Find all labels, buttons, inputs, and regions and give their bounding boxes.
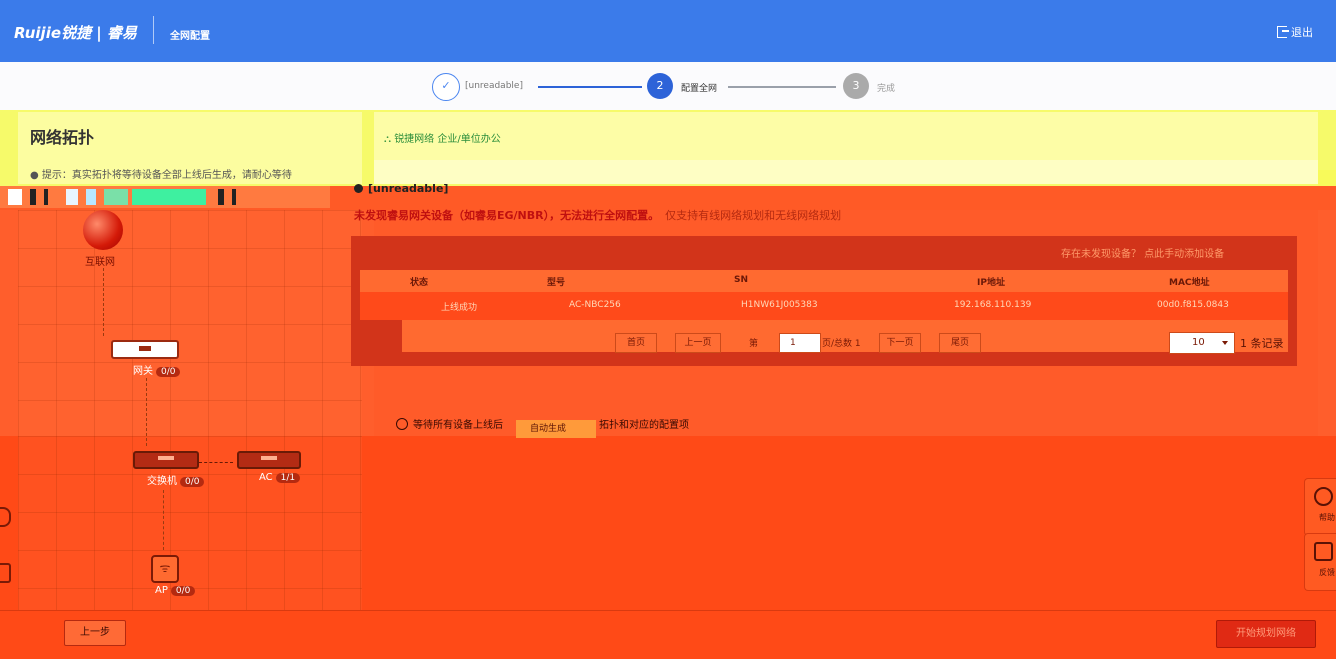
link-switch-ap — [163, 490, 164, 550]
header-divider — [153, 16, 154, 44]
column-header-mac: MAC地址 — [1169, 278, 1210, 288]
warning-message: 未发现睿易网关设备（如睿易EG/NBR），无法进行全网配置。 仅支持有线网络规划和… — [354, 207, 841, 223]
ap-name: AP — [155, 585, 168, 596]
chat-icon — [1314, 542, 1333, 561]
total-records: 1 条记录 — [1240, 337, 1284, 350]
cell-mac: 00d0.f815.0843 — [1157, 300, 1229, 310]
footer-bar — [0, 610, 1336, 659]
feedback-label: 反馈 — [1319, 568, 1335, 577]
help-icon — [1314, 487, 1333, 506]
cell-sn: H1NW61J005383 — [741, 300, 818, 310]
network-subheader — [374, 160, 1318, 184]
step-connector-1 — [538, 86, 642, 88]
help-button[interactable]: 帮助 — [1304, 478, 1336, 536]
logout-button[interactable]: 退出 — [1277, 24, 1313, 40]
internet-label: 互联网 — [85, 257, 115, 268]
page-size-select[interactable]: 10 — [1169, 332, 1235, 354]
page-number-input[interactable]: 1 — [779, 333, 821, 353]
brand-logo: Ruijie锐捷 | 睿易 — [14, 24, 137, 42]
column-header-ip: IP地址 — [977, 278, 1005, 288]
prev-step-button[interactable]: 上一步 — [64, 620, 126, 646]
ap-count-badge: 0/0 — [170, 586, 196, 596]
progress-text: [unreadable] — [368, 182, 449, 195]
switch-device-icon[interactable] — [133, 451, 199, 469]
logout-label: 退出 — [1291, 26, 1313, 39]
step-3-indicator: 3 — [843, 73, 869, 99]
topology-tip: ● 提示：真实拓扑将等待设备全部上线后生成，请耐心等待 — [30, 170, 292, 181]
wait-auto-text: 自动生成 — [516, 420, 596, 438]
cell-model: AC-NBC256 — [569, 300, 621, 310]
table-header — [360, 270, 1288, 292]
last-page-button[interactable]: 尾页 — [939, 333, 981, 353]
page-title: 全网配置 — [170, 31, 210, 42]
switch-label: 交换机 0/0 — [147, 472, 205, 487]
edge-chat-icon[interactable] — [0, 563, 11, 583]
network-header — [374, 112, 1318, 160]
page-total-text: 页/总数 1 — [822, 339, 861, 349]
gateway-count-badge: 0/0 — [156, 367, 181, 377]
help-label: 帮助 — [1319, 513, 1335, 522]
breadcrumb: ⛬ 锐捷网络 企业/单位办公 — [384, 130, 501, 145]
warning-sub-text: 仅支持有线网络规划和无线网络规划 — [665, 209, 842, 222]
wizard-stepper: ✓ [unreadable] 2 配置全网 3 完成 — [0, 62, 1336, 110]
step-connector-2 — [728, 86, 836, 88]
step-2-indicator: 2 — [647, 73, 673, 99]
page-prefix: 第 — [749, 339, 759, 349]
chevron-down-icon — [1222, 341, 1228, 345]
gateway-device-icon[interactable] — [111, 340, 179, 359]
cell-status: 上线成功 — [441, 303, 478, 313]
internet-globe-icon — [83, 210, 123, 250]
clock-icon — [396, 418, 408, 430]
ac-count-badge: 1/1 — [275, 473, 301, 483]
switch-count-badge: 0/0 — [180, 477, 205, 487]
page-size-value: 10 — [1192, 337, 1205, 348]
breadcrumb-text: 锐捷网络 企业/单位办公 — [394, 134, 501, 145]
table-row[interactable] — [360, 292, 1288, 320]
cell-ip: 192.168.110.139 — [954, 300, 1032, 310]
add-device-link[interactable]: 存在未发现设备？ 点此手动添加设备 — [1061, 245, 1224, 260]
link-gateway-switch — [146, 378, 147, 446]
feedback-button[interactable]: 反馈 — [1304, 533, 1336, 591]
warning-main-text: 未发现睿易网关设备（如睿易EG/NBR），无法进行全网配置。 — [354, 209, 660, 222]
ac-label: AC 1/1 — [259, 472, 301, 483]
logout-icon — [1277, 26, 1289, 38]
wait-tail-text: 拓扑和对应的配置项 — [599, 420, 689, 431]
glitch-strip — [0, 186, 330, 208]
switch-name: 交换机 — [147, 476, 177, 487]
step-1-check-icon: ✓ — [432, 73, 460, 101]
start-planning-button[interactable]: 开始规划网络 — [1216, 620, 1316, 648]
ap-wifi-icon[interactable]: ᯤ — [151, 555, 179, 583]
step-1-label: [unreadable] — [465, 81, 523, 91]
prev-page-button[interactable]: 上一页 — [675, 333, 721, 353]
ac-device-icon[interactable] — [237, 451, 301, 469]
step-3-label: 完成 — [877, 84, 896, 94]
progress-label: [unreadable] — [354, 182, 448, 195]
first-page-button[interactable]: 首页 — [615, 333, 657, 353]
next-page-button[interactable]: 下一页 — [879, 333, 921, 353]
ap-label: AP 0/0 — [155, 585, 196, 596]
ac-name: AC — [259, 472, 273, 483]
column-header-model: 型号 — [547, 278, 566, 288]
gateway-label: 网关 0/0 — [133, 362, 181, 377]
topology-tree-icon: ⛬ — [384, 134, 395, 145]
wait-message: 等待所有设备上线后 — [396, 416, 503, 431]
column-header-status: 状态 — [410, 278, 429, 288]
link-switch-ac — [199, 462, 233, 463]
column-header-sn: SN — [734, 275, 749, 285]
link-internet-gateway — [103, 268, 104, 336]
progress-dot-icon — [354, 184, 363, 193]
gateway-name: 网关 — [133, 366, 153, 377]
step-2-label: 配置全网 — [681, 84, 718, 94]
topology-title: 网络拓扑 — [30, 128, 95, 147]
wait-text: 等待所有设备上线后 — [413, 420, 503, 431]
